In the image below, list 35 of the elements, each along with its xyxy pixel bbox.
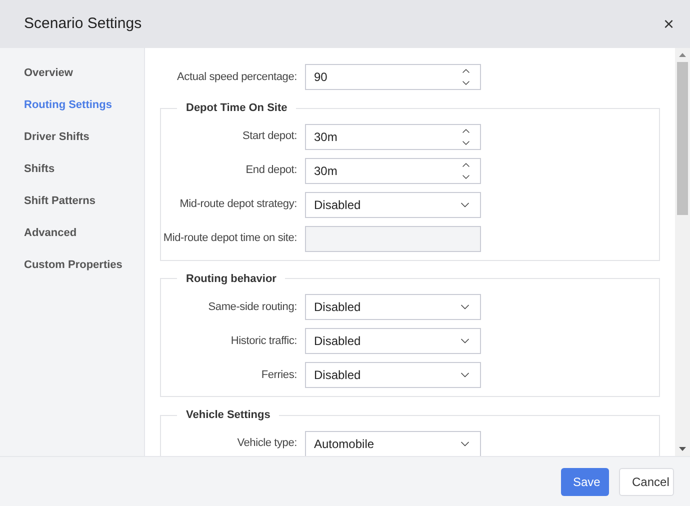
field-label: Historic traffic: — [230, 334, 297, 349]
sidebar-item[interactable]: Custom Properties — [24, 249, 144, 281]
field-label: Actual speed percentage: — [177, 70, 297, 85]
cancel-button[interactable]: Cancel — [619, 468, 674, 496]
group-title: Depot Time On Site — [185, 101, 288, 116]
scrollbar-thumb[interactable] — [677, 62, 688, 215]
save-button[interactable]: Save — [561, 468, 609, 496]
scrollbar[interactable] — [675, 48, 690, 456]
field-label: End depot: — [246, 163, 297, 178]
window-title: Scenario Settings — [24, 14, 142, 34]
select-field[interactable]: Disabled — [305, 328, 481, 354]
select-field[interactable]: Automobile — [305, 430, 481, 456]
number-field[interactable]: 90 — [305, 64, 481, 90]
field-label: Same-side routing: — [208, 300, 297, 315]
group-title: Routing behavior — [185, 272, 278, 286]
sidebar-item[interactable]: Shifts — [24, 153, 144, 185]
select-field[interactable]: Disabled — [305, 362, 481, 388]
sidebar-item[interactable]: Overview — [24, 57, 144, 89]
sidebar-item[interactable]: Shift Patterns — [24, 185, 144, 217]
scroll-down-icon[interactable] — [679, 447, 686, 451]
number-field[interactable]: 30m — [305, 124, 481, 150]
select-field[interactable]: Disabled — [305, 294, 481, 320]
group-title: Vehicle Settings — [185, 408, 272, 423]
field-label: Vehicle type: — [237, 436, 297, 452]
field-label: Ferries: — [261, 368, 297, 383]
sidebar-item[interactable]: Advanced — [24, 217, 144, 249]
field-label: Start depot: — [242, 129, 297, 144]
sidebar-item[interactable]: Driver Shifts — [24, 121, 144, 153]
field-label: Mid-route depot time on site: — [163, 231, 297, 246]
number-field[interactable]: 30m — [305, 158, 481, 184]
field-label: Mid-route depot strategy: — [180, 197, 297, 212]
select-field[interactable]: Disabled — [305, 192, 481, 218]
scroll-up-icon[interactable] — [679, 53, 686, 57]
close-button[interactable]: × — [663, 15, 674, 33]
sidebar-item[interactable]: Routing Settings — [24, 89, 144, 121]
